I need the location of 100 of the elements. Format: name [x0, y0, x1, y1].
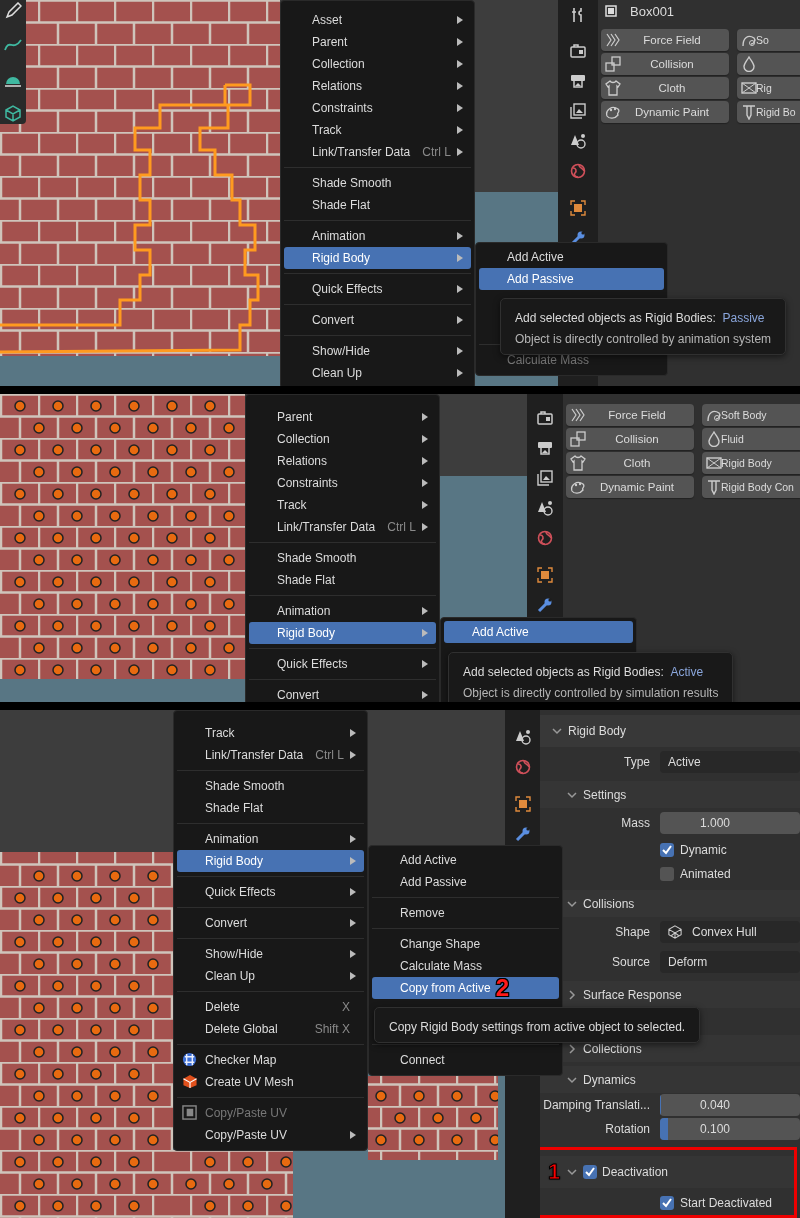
- menu-item[interactable]: Link/Transfer Data Ctrl L: [177, 744, 364, 766]
- panel-header[interactable]: Dynamics: [540, 1066, 800, 1093]
- physics-button[interactable]: Cloth: [566, 452, 694, 474]
- menu-item[interactable]: Add Passive: [372, 871, 559, 893]
- globe-icon[interactable]: [570, 163, 586, 179]
- panel-header[interactable]: Settings: [540, 781, 800, 808]
- number-field[interactable]: 1.000: [660, 812, 800, 834]
- chevron-right-icon[interactable]: [567, 1043, 577, 1054]
- menu-item[interactable]: Animation: [284, 225, 471, 247]
- menu-item[interactable]: Track: [284, 119, 471, 141]
- menu-item[interactable]: Constraints: [284, 97, 471, 119]
- camera-icon[interactable]: [570, 43, 586, 59]
- menu-item[interactable]: Animation: [249, 600, 436, 622]
- menu-item[interactable]: Track: [249, 494, 436, 516]
- menu-item[interactable]: Collection: [249, 428, 436, 450]
- menu-item[interactable]: Collection: [284, 53, 471, 75]
- menu-item[interactable]: Add Passive: [479, 268, 664, 290]
- globe-icon[interactable]: [514, 759, 531, 775]
- menu-item[interactable]: Constraints: [249, 472, 436, 494]
- camera-icon[interactable]: [537, 410, 553, 426]
- menu-item[interactable]: Shade Smooth: [177, 775, 364, 797]
- physics-button[interactable]: Rigid Bo: [737, 101, 800, 123]
- checkbox[interactable]: [660, 1196, 674, 1210]
- physics-button[interactable]: Rigid Body Con: [702, 476, 800, 498]
- image-stack-icon[interactable]: [570, 103, 586, 119]
- menu-item[interactable]: Convert: [249, 684, 436, 702]
- image-stack-icon[interactable]: [537, 470, 553, 486]
- globe-icon[interactable]: [537, 530, 553, 546]
- physics-button[interactable]: Dynamic Paint: [566, 476, 694, 498]
- menu-item[interactable]: Rigid Body: [177, 850, 364, 872]
- dropdown[interactable]: Convex Hull: [660, 921, 800, 943]
- menu-item[interactable]: Add Active: [444, 621, 633, 643]
- printer-icon[interactable]: [570, 73, 586, 89]
- menu-item[interactable]: Track: [177, 722, 364, 744]
- menu-item[interactable]: Copy from Active 2: [372, 977, 559, 999]
- shapes-icon[interactable]: [514, 729, 531, 745]
- wrench-icon[interactable]: [514, 826, 531, 842]
- shapes-icon[interactable]: [537, 500, 553, 516]
- pencil-icon[interactable]: [4, 2, 22, 20]
- physics-button[interactable]: Fluid: [702, 428, 800, 450]
- square-icon[interactable]: [537, 567, 553, 583]
- menu-item[interactable]: Asset: [284, 9, 471, 31]
- menu-item[interactable]: Copy/Paste UV: [177, 1124, 364, 1146]
- menu-item[interactable]: Checker Map: [177, 1049, 364, 1071]
- menu-item[interactable]: Shade Flat: [177, 797, 364, 819]
- menu-item[interactable]: Show/Hide: [177, 943, 364, 965]
- chevron-right-icon[interactable]: [567, 989, 577, 1000]
- panel-header[interactable]: 1 Deactivation: [540, 1156, 794, 1188]
- printer-icon[interactable]: [537, 440, 553, 456]
- square-icon[interactable]: [570, 200, 586, 216]
- menu-item[interactable]: Change Shape: [372, 933, 559, 955]
- physics-button[interactable]: Dynamic Paint: [601, 101, 729, 123]
- slider[interactable]: 0.100: [660, 1118, 800, 1140]
- menu-item[interactable]: Clean Up: [284, 362, 471, 384]
- menu-item[interactable]: Show/Hide: [284, 340, 471, 362]
- menu-item[interactable]: Parent: [249, 406, 436, 428]
- menu-item[interactable]: Calculate Mass: [372, 955, 559, 977]
- menu-item[interactable]: Delete Global Shift X: [177, 1018, 364, 1040]
- shapes-icon[interactable]: [570, 133, 586, 149]
- menu-item[interactable]: Add Active: [479, 246, 664, 268]
- physics-button[interactable]: [737, 53, 800, 75]
- physics-button[interactable]: Force Field: [566, 404, 694, 426]
- wrench-icon[interactable]: [537, 597, 553, 613]
- menu-item[interactable]: Shade Flat: [284, 194, 471, 216]
- physics-button[interactable]: Rigid Body: [702, 452, 800, 474]
- physics-button[interactable]: Cloth: [601, 77, 729, 99]
- panel-header[interactable]: Rigid Body: [540, 715, 800, 747]
- menu-item[interactable]: Link/Transfer Data Ctrl L: [284, 141, 471, 163]
- menu-item[interactable]: Create UV Mesh: [177, 1071, 364, 1093]
- menu-item[interactable]: Convert: [177, 912, 364, 934]
- menu-item[interactable]: Add Active: [372, 849, 559, 871]
- menu-item[interactable]: Convert: [284, 309, 471, 331]
- chevron-down-icon[interactable]: [567, 1074, 577, 1085]
- cube-icon[interactable]: [4, 104, 22, 122]
- chevron-down-icon[interactable]: [552, 726, 562, 736]
- slider[interactable]: 0.040: [660, 1094, 800, 1116]
- menu-item[interactable]: Rigid Body: [284, 247, 471, 269]
- chevron-down-icon[interactable]: [567, 789, 577, 800]
- menu-item[interactable]: Shade Flat: [249, 569, 436, 591]
- dropdown[interactable]: Active: [660, 751, 800, 773]
- physics-button[interactable]: Rig: [737, 77, 800, 99]
- menu-item[interactable]: Quick Effects: [284, 278, 471, 300]
- physics-button[interactable]: Soft Body: [702, 404, 800, 426]
- physics-button[interactable]: So: [737, 29, 800, 51]
- physics-button[interactable]: Collision: [566, 428, 694, 450]
- menu-item[interactable]: Rigid Body: [249, 622, 436, 644]
- menu-item[interactable]: Quick Effects: [249, 653, 436, 675]
- menu-item[interactable]: Quick Effects: [177, 881, 364, 903]
- menu-item[interactable]: Shade Smooth: [284, 172, 471, 194]
- physics-button[interactable]: Force Field: [601, 29, 729, 51]
- chevron-down-icon[interactable]: [567, 1167, 577, 1177]
- chevron-down-icon[interactable]: [567, 898, 577, 909]
- menu-item[interactable]: Link/Transfer Data Ctrl L: [249, 516, 436, 538]
- checkbox[interactable]: [660, 867, 674, 881]
- dropdown[interactable]: Deform: [660, 951, 800, 973]
- menu-item[interactable]: Parent: [284, 31, 471, 53]
- menu-item[interactable]: Relations: [249, 450, 436, 472]
- physics-button[interactable]: Collision: [601, 53, 729, 75]
- checkbox[interactable]: [660, 843, 674, 857]
- menu-item[interactable]: Animation: [177, 828, 364, 850]
